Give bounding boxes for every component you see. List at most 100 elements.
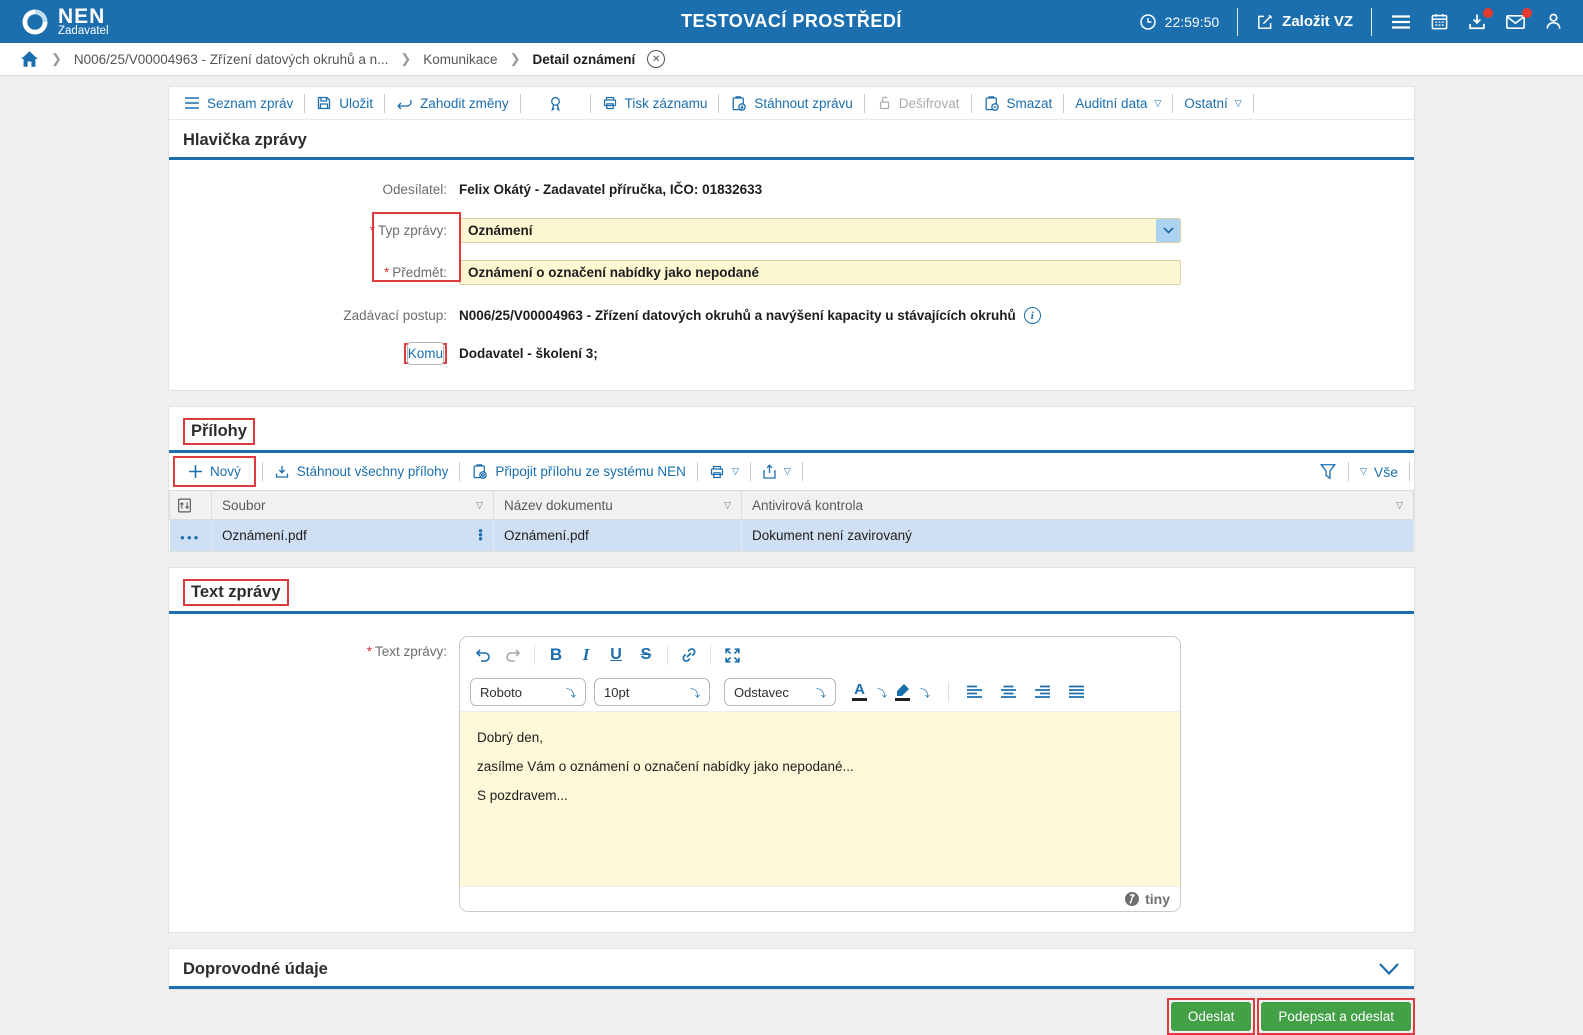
- editor-content-area[interactable]: Dobrý den, zasílme Vám o oznámení o ozna…: [460, 711, 1180, 886]
- underline-icon[interactable]: U: [603, 642, 629, 668]
- procedure-row: Zadávací postup: N006/25/V00004963 - Zří…: [169, 307, 1414, 324]
- fullscreen-icon[interactable]: [719, 642, 745, 668]
- drag-handle-icon[interactable]: ● ● ●: [478, 527, 483, 543]
- column-header-nazev[interactable]: Název dokumentu ▽: [493, 490, 742, 520]
- dropdown-triangle-icon: ▽: [783, 466, 791, 476]
- print-attachments-button[interactable]: ▽: [698, 464, 750, 480]
- inbox-button[interactable]: [1467, 7, 1493, 32]
- chevron-down-icon: ⤵: [690, 688, 700, 700]
- breadcrumb-item-komunikace[interactable]: Komunikace: [423, 52, 497, 67]
- attachments-toolbar: Nový Stáhnout všechny přílohy Připojit p…: [169, 453, 1414, 490]
- bold-icon[interactable]: B: [543, 642, 569, 668]
- chevron-down-icon[interactable]: [1156, 219, 1180, 242]
- discard-changes-button[interactable]: Zahodit změny: [385, 96, 520, 111]
- download-all-attachments-button[interactable]: Stáhnout všechny přílohy: [263, 464, 460, 480]
- expand-chevron-icon[interactable]: [1378, 962, 1400, 976]
- export-attachments-button[interactable]: ▽: [751, 463, 802, 480]
- inbox-notification-dot: [1483, 7, 1493, 18]
- certificate-button[interactable]: [521, 95, 590, 112]
- strikethrough-icon[interactable]: S: [633, 642, 659, 668]
- toolbar-separator: [1252, 93, 1254, 113]
- highlight-color-button[interactable]: [895, 683, 910, 701]
- filter-button[interactable]: [1308, 463, 1348, 480]
- chevron-down-icon[interactable]: ⤵: [920, 685, 930, 700]
- required-marker: *: [383, 265, 390, 280]
- download-icon: [274, 464, 290, 480]
- send-button[interactable]: Odeslat: [1170, 1001, 1252, 1031]
- save-button[interactable]: Uložit: [305, 95, 384, 111]
- close-tab-icon[interactable]: ✕: [647, 50, 666, 68]
- sender-row: Odesílatel: Felix Okátý - Zadavatel přír…: [169, 182, 1414, 197]
- recipient-button[interactable]: Komu: [406, 342, 444, 365]
- tiny-brand-label[interactable]: tiny: [1145, 891, 1170, 907]
- message-type-label: * Typ zprávy:: [369, 223, 447, 238]
- column-config-cell[interactable]: [169, 490, 212, 520]
- block-format-select[interactable]: Odstavec ⤵: [724, 678, 836, 706]
- attachment-row[interactable]: ●●● Oznámení.pdf ● ● ● Oznámení.pdf Dokume…: [169, 519, 1414, 551]
- redo-icon[interactable]: [500, 642, 526, 668]
- column-header-soubor[interactable]: Soubor ▽: [211, 490, 494, 520]
- breadcrumb-item-procedure[interactable]: N006/25/V00004963 - Zřízení datových okr…: [74, 52, 388, 67]
- other-menu[interactable]: Ostatní ▽: [1173, 96, 1252, 111]
- print-record-button[interactable]: Tisk záznamu: [591, 95, 719, 111]
- align-left-icon[interactable]: [961, 679, 987, 705]
- top-header-bar: NEN Zadavatel TESTOVACÍ PROSTŘEDÍ 22:59:…: [0, 0, 1583, 43]
- chevron-down-icon[interactable]: ⤵: [877, 685, 887, 700]
- export-icon: [762, 463, 777, 480]
- annotation-box-prilohy: Přílohy: [183, 418, 255, 445]
- new-attachment-button[interactable]: Nový: [177, 464, 252, 479]
- info-icon[interactable]: i: [1023, 307, 1041, 324]
- font-size-select[interactable]: 10pt ⤵: [594, 678, 710, 706]
- message-list-button[interactable]: Seznam zpráv: [173, 96, 304, 111]
- nen-logo[interactable]: NEN Zadavatel: [20, 6, 109, 37]
- subject-input[interactable]: Oznámení o označení nabídky jako nepodan…: [459, 260, 1181, 285]
- column-filter-icon[interactable]: ▽: [724, 500, 731, 511]
- column-filter-icon[interactable]: ▽: [476, 500, 483, 511]
- align-right-icon[interactable]: [1029, 679, 1055, 705]
- chevron-down-icon: ⤵: [566, 688, 576, 700]
- audit-data-menu[interactable]: Auditní data ▽: [1064, 96, 1172, 111]
- attachment-file-cell[interactable]: Oznámení.pdf ● ● ●: [211, 519, 494, 551]
- calendar-button[interactable]: [1430, 12, 1449, 31]
- column-filter-icon[interactable]: ▽: [1396, 500, 1403, 511]
- align-justify-icon[interactable]: [1063, 679, 1089, 705]
- home-icon[interactable]: [20, 50, 39, 68]
- filter-scope-select[interactable]: ▽ Vše: [1349, 464, 1409, 480]
- attachment-doc-name: Oznámení.pdf: [504, 527, 589, 543]
- attach-from-nen-button[interactable]: Připojit přílohu ze systému NEN: [460, 463, 697, 480]
- undo-icon[interactable]: [470, 642, 496, 668]
- text-color-button[interactable]: A: [852, 682, 867, 701]
- attachment-doc-name-cell[interactable]: Oznámení.pdf: [493, 519, 742, 551]
- plus-icon: [188, 464, 203, 479]
- create-vz-button[interactable]: Založit VZ: [1256, 13, 1353, 31]
- block-format-value: Odstavec: [734, 684, 789, 700]
- align-center-icon[interactable]: [995, 679, 1021, 705]
- subject-row: * Předmět: Oznámení o označení nabídky ja…: [169, 260, 1414, 285]
- annotation-box-odeslat: Odeslat: [1166, 997, 1256, 1035]
- message-type-select[interactable]: Oznámení: [459, 218, 1181, 243]
- profile-button[interactable]: [1544, 12, 1563, 31]
- breadcrumb-chevron: ❯: [51, 51, 62, 66]
- row-menu-icon[interactable]: ●●●: [180, 533, 201, 542]
- rich-text-editor[interactable]: B I U S Roboto ⤵ 10pt ⤵ Odstavec ⤵ A ⤵ ⤵…: [459, 635, 1181, 912]
- download-message-button[interactable]: Stáhnout zprávu: [719, 95, 863, 112]
- clock-display: 22:59:50: [1139, 13, 1219, 31]
- attachment-file-name[interactable]: Oznámení.pdf: [222, 528, 307, 543]
- procedure-label: Zadávací postup:: [343, 308, 447, 323]
- link-icon[interactable]: [676, 642, 702, 668]
- messages-button[interactable]: [1505, 7, 1532, 32]
- italic-icon[interactable]: I: [573, 642, 599, 668]
- row-menu-cell[interactable]: ●●●: [169, 519, 212, 551]
- new-attachment-label: Nový: [210, 464, 241, 479]
- dropdown-triangle-icon: ▽: [1234, 97, 1242, 108]
- additional-data-section-head[interactable]: Doprovodné údaje: [169, 949, 1414, 989]
- highlight-color-swatch: [895, 698, 910, 701]
- main-menu-button[interactable]: [1390, 13, 1412, 31]
- sign-and-send-button[interactable]: Podepsat a odeslat: [1261, 1001, 1411, 1031]
- decrypt-label: Dešifrovat: [898, 95, 960, 111]
- section-title-doprovodne: Doprovodné údaje: [183, 959, 328, 978]
- delete-button[interactable]: Smazat: [972, 95, 1064, 112]
- column-header-antivir[interactable]: Antivirová kontrola ▽: [741, 490, 1414, 520]
- font-family-select[interactable]: Roboto ⤵: [470, 678, 586, 706]
- message-text-label: * Text zprávy:: [366, 643, 447, 659]
